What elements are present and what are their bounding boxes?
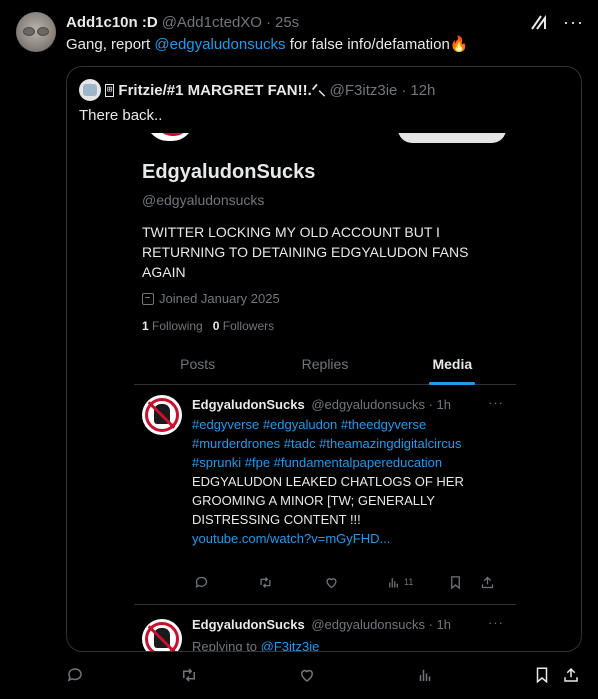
separator: ·: [401, 81, 407, 99]
post-link: youtube.com/watch?v=mGyFHD...: [192, 531, 391, 546]
calendar-icon: [142, 292, 154, 305]
attached-screenshot[interactable]: EdgyaludonSucks @edgyaludonsucks TWITTER…: [134, 133, 516, 652]
author-avatar[interactable]: [16, 12, 56, 52]
tweet-text-part: for false info/defamation🔥: [285, 36, 469, 53]
tweet-actions: [66, 666, 582, 686]
profile-bio: TWITTER LOCKING MY OLD ACCOUNT BUT I RET…: [142, 224, 469, 280]
post-author-handle: @edgyaludonsucks · 1h: [311, 397, 451, 412]
post-avatar: [142, 619, 182, 651]
followers-count: 0 Followers: [213, 319, 274, 333]
post-author-name: EdgyaludonSucks: [192, 617, 305, 632]
profile-joined: Joined January 2025: [142, 291, 280, 306]
tab-replies: Replies: [301, 355, 349, 372]
profile-follow-button: [398, 133, 506, 143]
tweet-text: Gang, report @edgyaludonsucks for false …: [66, 35, 582, 55]
more-icon: ···: [488, 615, 504, 630]
quoted-tweet-text: There back..: [79, 107, 163, 124]
post-text: EDGYALUDON LEAKED CHATLOGS OF HER GROOMI…: [192, 474, 464, 527]
separator: ·: [265, 13, 271, 31]
quoted-tweet-timestamp[interactable]: 12h: [410, 82, 435, 99]
share-icon: [480, 575, 495, 590]
avatar-eye: [23, 27, 35, 36]
quoted-author-handle[interactable]: @F3itz3ie: [330, 82, 398, 99]
tab-posts: Posts: [180, 355, 216, 372]
following-number: 1: [142, 319, 149, 333]
grok-icon[interactable]: [529, 12, 549, 32]
joined-date: Joined January 2025: [159, 291, 280, 306]
post-replying-to: Replying to @F3itz3ie: [192, 637, 502, 652]
screenshot-post: EdgyaludonSucks @edgyaludonsucks · 1h ··…: [134, 606, 516, 652]
tab-media: Media: [389, 343, 516, 384]
profile-name: EdgyaludonSucks: [142, 161, 316, 183]
profile-handle: @edgyaludonsucks: [142, 192, 265, 208]
retweet-icon: [258, 575, 273, 590]
more-icon[interactable]: ···: [563, 12, 584, 32]
followers-label: Followers: [222, 319, 275, 333]
tweet-timestamp[interactable]: 25s: [275, 14, 299, 31]
post-hashtags: #edgyverse #edgyaludon #theedgyverse #mu…: [192, 417, 462, 470]
views-icon: 11: [386, 575, 413, 590]
tweet-header: Add1c10n :D @Add1ctedXO · 25s: [66, 12, 582, 32]
post-avatar: [142, 395, 182, 435]
replying-to-label: Replying to: [192, 639, 261, 652]
mention-link[interactable]: @edgyaludonsucks: [154, 36, 285, 53]
post-actions: 11: [192, 573, 502, 591]
replying-to-handle: @F3itz3ie: [260, 639, 320, 652]
bookmark-icon[interactable]: [533, 666, 551, 689]
like-icon[interactable]: [298, 666, 316, 689]
author-handle[interactable]: @Add1ctedXO: [162, 14, 262, 31]
quoted-tweet-header: ⊞ Fritzie/#1 MARGRET FAN!!.ᐟ⸜ @F3itz3ie …: [79, 79, 435, 101]
profile-avatar: [146, 133, 194, 141]
followers-number: 0: [212, 319, 220, 333]
views-icon[interactable]: [416, 666, 434, 689]
post-header: EdgyaludonSucks @edgyaludonsucks · 1h: [192, 397, 451, 412]
quoted-author-avatar[interactable]: [79, 79, 101, 101]
post-header: EdgyaludonSucks @edgyaludonsucks · 1h: [192, 617, 451, 632]
tweet-header-actions: ···: [529, 12, 584, 32]
reply-icon[interactable]: [66, 666, 84, 689]
profile-follow-counts: 1 Following 0 Followers: [142, 319, 274, 333]
avatar-eye: [37, 27, 49, 36]
profile-tabs: Posts Replies Media: [134, 343, 516, 385]
following-label: Following: [152, 319, 203, 333]
screenshot-post: EdgyaludonSucks @edgyaludonsucks · 1h ··…: [134, 385, 516, 605]
more-icon: ···: [488, 395, 504, 410]
quoted-author-name[interactable]: Fritzie/#1 MARGRET FAN!!.ᐟ⸜: [118, 80, 325, 100]
post-body: #edgyverse #edgyaludon #theedgyverse #mu…: [192, 415, 502, 548]
views-count: 11: [404, 577, 414, 587]
author-name[interactable]: Add1c10n :D: [66, 14, 158, 31]
reply-icon: [194, 575, 209, 590]
retweet-icon[interactable]: [180, 666, 198, 689]
quoted-tweet[interactable]: ⊞ Fritzie/#1 MARGRET FAN!!.ᐟ⸜ @F3itz3ie …: [66, 66, 582, 652]
post-author-handle: @edgyaludonsucks · 1h: [311, 617, 451, 632]
post-author-name: EdgyaludonSucks: [192, 397, 305, 412]
bookmark-icon: [448, 575, 463, 590]
emoji-badge: ⊞: [105, 83, 115, 97]
tweet-text-part: Gang, report: [66, 36, 155, 53]
share-icon[interactable]: [562, 666, 580, 689]
following-count: 1 Following: [142, 319, 203, 333]
like-icon: [324, 575, 339, 590]
